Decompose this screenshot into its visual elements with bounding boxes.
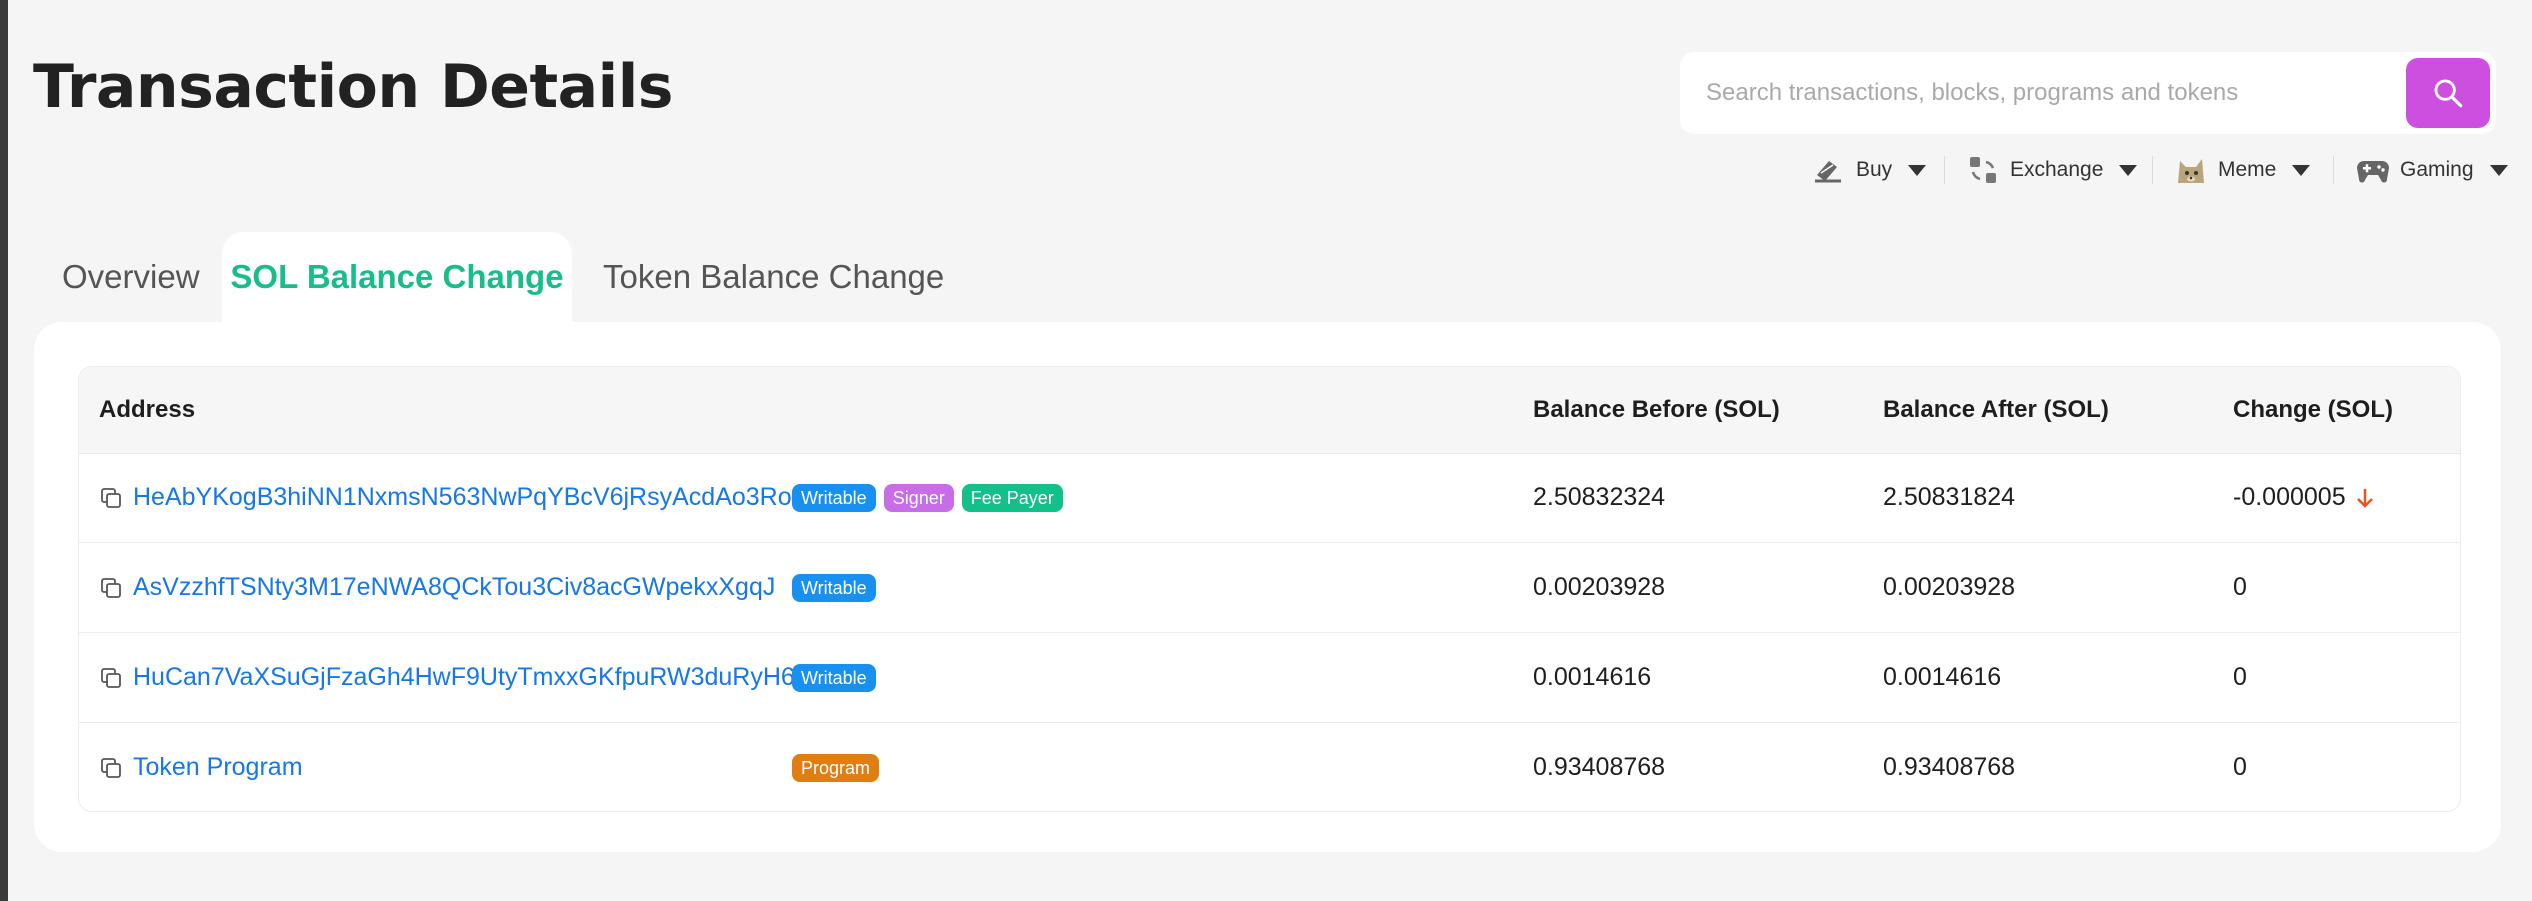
change-cell: 0 xyxy=(2233,753,2247,781)
balance-before-cell: 0.0014616 xyxy=(1533,663,1652,691)
address-cell: HeAbYKogB3hiNN1NxmsN563NwPqYBcV6jRsyAcdA… xyxy=(99,453,792,542)
category-exchange[interactable]: Exchange xyxy=(1966,150,2138,190)
tab-label: Overview xyxy=(62,258,200,295)
meme-doge-icon xyxy=(2174,153,2208,187)
table-row: Token Program Program 0.93408768 0.93408… xyxy=(79,723,2460,811)
copy-icon[interactable] xyxy=(99,666,123,690)
tab-overview[interactable]: Overview xyxy=(62,232,200,322)
copy-icon[interactable] xyxy=(99,756,123,780)
balance-before-cell: 0.00203928 xyxy=(1533,573,1666,601)
tab-label: SOL Balance Change xyxy=(230,258,564,295)
chevron-down-icon xyxy=(2489,164,2508,176)
chevron-down-icon xyxy=(1908,164,1927,176)
address-link[interactable]: AsVzzhfTSNty3M17eNWA8QCkTou3Civ8acGWpekx… xyxy=(133,573,775,602)
category-buy[interactable]: Buy xyxy=(1812,150,1927,190)
badge-writable: Writable xyxy=(792,663,876,692)
change-cell: -0.000005 xyxy=(2233,453,2376,542)
tab-sol-balance-change[interactable]: SOL Balance Change xyxy=(222,232,572,322)
balance-after-cell: 0.93408768 xyxy=(1883,753,2016,781)
category-label: Exchange xyxy=(2010,158,2104,181)
chevron-down-icon xyxy=(2292,164,2311,176)
badge-writable: Writable xyxy=(792,483,876,512)
header-address: Address xyxy=(99,396,196,423)
change-cell: 0 xyxy=(2233,573,2247,601)
balance-after-cell: 0.00203928 xyxy=(1883,573,2016,601)
header-balance-after: Balance After (SOL) xyxy=(1883,396,2109,423)
arrow-down-icon xyxy=(2354,486,2376,510)
balance-after-cell: 2.50831824 xyxy=(1883,483,2016,511)
address-link[interactable]: HeAbYKogB3hiNN1NxmsN563NwPqYBcV6jRsyAcdA… xyxy=(133,483,792,512)
address-cell: HuCan7VaXSuGjFzaGh4HwF9UtyTmxxGKfpuRW3du… xyxy=(99,633,795,722)
address-cell: Token Program xyxy=(99,723,303,811)
badges-cell: Writable xyxy=(792,633,876,722)
header-balance-before: Balance Before (SOL) xyxy=(1533,396,1780,423)
category-label: Gaming xyxy=(2400,158,2474,181)
tab-token-balance-change[interactable]: Token Balance Change xyxy=(603,232,944,322)
category-divider xyxy=(1944,156,1945,184)
header-change: Change (SOL) xyxy=(2233,396,2393,423)
search-button[interactable] xyxy=(2406,58,2490,128)
page-title: Transaction Details xyxy=(33,52,673,122)
sol-balance-table: Address Balance Before (SOL) Balance Aft… xyxy=(78,366,2461,812)
table-row: HeAbYKogB3hiNN1NxmsN563NwPqYBcV6jRsyAcdA… xyxy=(79,453,2460,543)
badge-program: Program xyxy=(792,753,880,782)
change-cell: 0 xyxy=(2233,663,2247,691)
balance-after-cell: 0.0014616 xyxy=(1883,663,2002,691)
exchange-icon xyxy=(1966,153,2000,187)
badge-fee-payer: Fee Payer xyxy=(961,483,1063,512)
copy-icon[interactable] xyxy=(99,486,123,510)
search-icon xyxy=(2434,79,2463,108)
category-meme[interactable]: Meme xyxy=(2174,150,2311,190)
table-row: AsVzzhfTSNty3M17eNWA8QCkTou3Civ8acGWpekx… xyxy=(79,543,2460,633)
balance-before-cell: 0.93408768 xyxy=(1533,753,1666,781)
category-label: Buy xyxy=(1856,158,1893,181)
chevron-down-icon xyxy=(2119,164,2138,176)
gamepad-icon xyxy=(2356,153,2390,187)
copy-icon[interactable] xyxy=(99,576,123,600)
badges-cell: Program xyxy=(792,723,880,811)
address-link[interactable]: HuCan7VaXSuGjFzaGh4HwF9UtyTmxxGKfpuRW3du… xyxy=(133,663,795,692)
change-value: -0.000005 xyxy=(2233,483,2346,511)
search-input[interactable] xyxy=(1680,51,2406,135)
search-bar xyxy=(1680,51,2496,135)
category-divider xyxy=(2152,156,2153,184)
table-header: Address Balance Before (SOL) Balance Aft… xyxy=(79,367,2460,454)
balance-before-cell: 2.50832324 xyxy=(1533,483,1666,511)
address-cell: AsVzzhfTSNty3M17eNWA8QCkTou3Civ8acGWpekx… xyxy=(99,543,775,632)
buy-icon xyxy=(1812,153,1846,187)
badges-cell: Writable xyxy=(792,543,876,632)
badge-signer: Signer xyxy=(883,483,954,512)
table-row: HuCan7VaXSuGjFzaGh4HwF9UtyTmxxGKfpuRW3du… xyxy=(79,633,2460,723)
window-left-edge xyxy=(0,0,8,901)
badge-writable: Writable xyxy=(792,573,876,602)
tab-label: Token Balance Change xyxy=(603,258,945,295)
category-gaming[interactable]: Gaming xyxy=(2356,150,2508,190)
category-label: Meme xyxy=(2218,158,2277,181)
category-divider xyxy=(2333,156,2334,184)
address-link[interactable]: Token Program xyxy=(133,753,303,782)
badges-cell: Writable Signer Fee Payer xyxy=(792,453,1063,542)
